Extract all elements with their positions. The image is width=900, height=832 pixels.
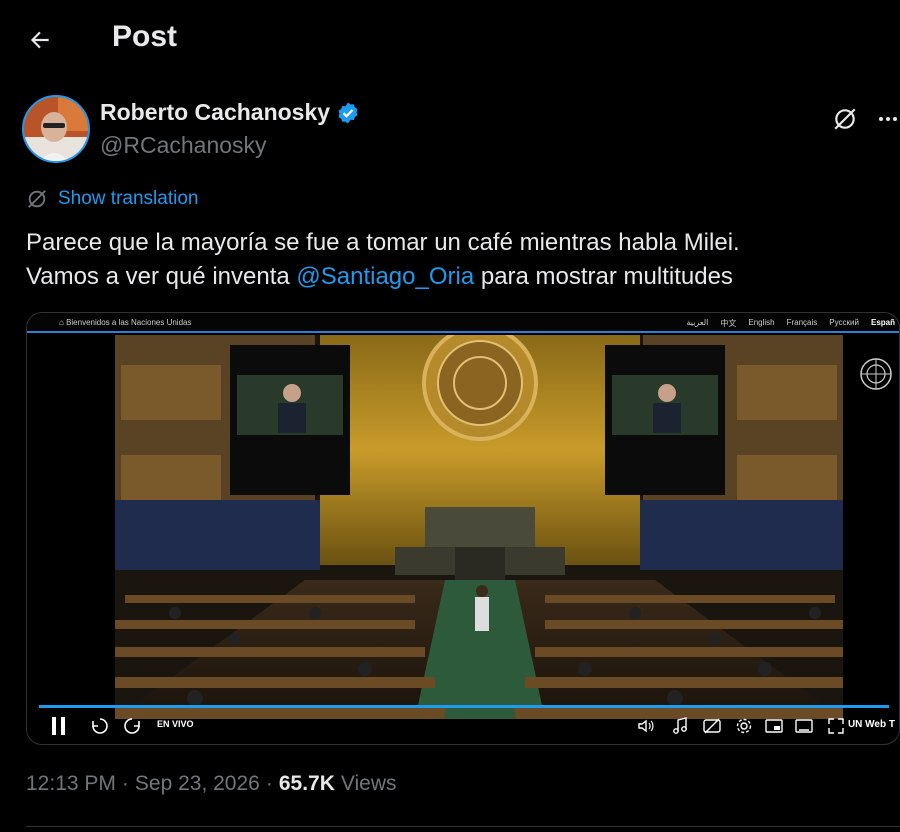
- post-author: Roberto Cachanosky @RCachanosky: [22, 95, 897, 165]
- views-label: Views: [340, 772, 397, 795]
- captions-button[interactable]: [701, 713, 723, 739]
- show-translation-button[interactable]: Show translation: [26, 188, 198, 210]
- language-list: العربية 中文 English Français Русский Espa…: [686, 318, 895, 329]
- avatar[interactable]: [22, 95, 90, 163]
- post-meta: 12:13 PM · Sep 23, 2026 · 65.7K Views: [26, 772, 397, 796]
- live-badge: EN VIVO: [157, 719, 194, 729]
- author-handle[interactable]: @RCachanosky: [100, 132, 267, 159]
- divider: [26, 826, 900, 827]
- video-progress-bar[interactable]: [39, 705, 889, 708]
- more-button[interactable]: [870, 101, 900, 137]
- pip-button[interactable]: [763, 713, 785, 739]
- author-name[interactable]: Roberto Cachanosky: [100, 99, 330, 126]
- forward-icon: [124, 718, 140, 734]
- audio-track-button[interactable]: [669, 713, 691, 739]
- tweet-text-after: para mostrar multitudes: [474, 263, 733, 290]
- language-item: English: [748, 318, 775, 327]
- language-item: Français: [786, 318, 818, 327]
- header-bar: Post: [0, 0, 900, 80]
- gear-icon: [736, 718, 752, 734]
- pause-button[interactable]: [47, 713, 71, 739]
- grok-button[interactable]: [827, 101, 863, 137]
- captions-off-icon: [703, 718, 721, 734]
- rewind-icon: [92, 718, 108, 734]
- video-frame: [115, 335, 843, 719]
- video-site-bar: ⌂ Bienvenidos a las Naciones Unidas العر…: [27, 313, 899, 333]
- cast-button[interactable]: [793, 713, 815, 739]
- pause-icon: [52, 717, 65, 735]
- channel-label: UN Web T: [847, 719, 895, 730]
- language-item: العربية: [686, 318, 709, 327]
- music-note-icon: [673, 717, 687, 734]
- separator: ·: [121, 772, 129, 795]
- globe-icon: [28, 190, 46, 208]
- views-count: 65.7K: [278, 772, 335, 795]
- expand-icon: [828, 718, 844, 734]
- grok-icon: [834, 108, 856, 130]
- arrow-left-icon: [30, 31, 49, 49]
- settings-button[interactable]: [733, 713, 755, 739]
- tweet-line-1: Parece que la mayoría se fue a tomar un …: [26, 229, 740, 256]
- video-player[interactable]: ⌂ Bienvenidos a las Naciones Unidas العر…: [26, 312, 900, 745]
- page-title: Post: [112, 20, 178, 53]
- volume-button[interactable]: [635, 713, 657, 739]
- language-item: Españ: [870, 318, 895, 327]
- volume-icon: [638, 719, 654, 733]
- tweet-text-before: Vamos a ver qué inventa: [26, 263, 297, 290]
- back-button[interactable]: [22, 22, 58, 58]
- video-controls: EN VIVO UN Web T: [27, 705, 899, 744]
- un-emblem-icon: [860, 358, 892, 390]
- picture-in-picture-icon: [765, 719, 783, 733]
- more-horizontal-icon: [879, 117, 897, 121]
- tweet-line-2: Vamos a ver qué inventa @Santiago_Oria p…: [26, 260, 886, 294]
- translation-label: Show translation: [58, 188, 199, 209]
- separator: ·: [265, 772, 273, 795]
- language-item: Русский: [829, 318, 859, 327]
- video-site-label: ⌂ Bienvenidos a las Naciones Unidas: [59, 318, 192, 327]
- language-item: 中文: [720, 319, 737, 328]
- forward-button[interactable]: [121, 713, 143, 739]
- video-progress-fill: [39, 705, 889, 708]
- post-time[interactable]: 12:13 PM: [26, 772, 116, 796]
- mention-link[interactable]: @Santiago_Oria: [296, 263, 474, 290]
- name-row: Roberto Cachanosky: [100, 99, 360, 126]
- cast-icon: [795, 719, 813, 733]
- verified-badge-icon: [338, 102, 358, 123]
- post-date[interactable]: Sep 23, 2026: [135, 772, 260, 796]
- tweet-text: Parece que la mayoría se fue a tomar un …: [26, 226, 886, 294]
- rewind-button[interactable]: [89, 713, 111, 739]
- fullscreen-button[interactable]: [825, 713, 847, 739]
